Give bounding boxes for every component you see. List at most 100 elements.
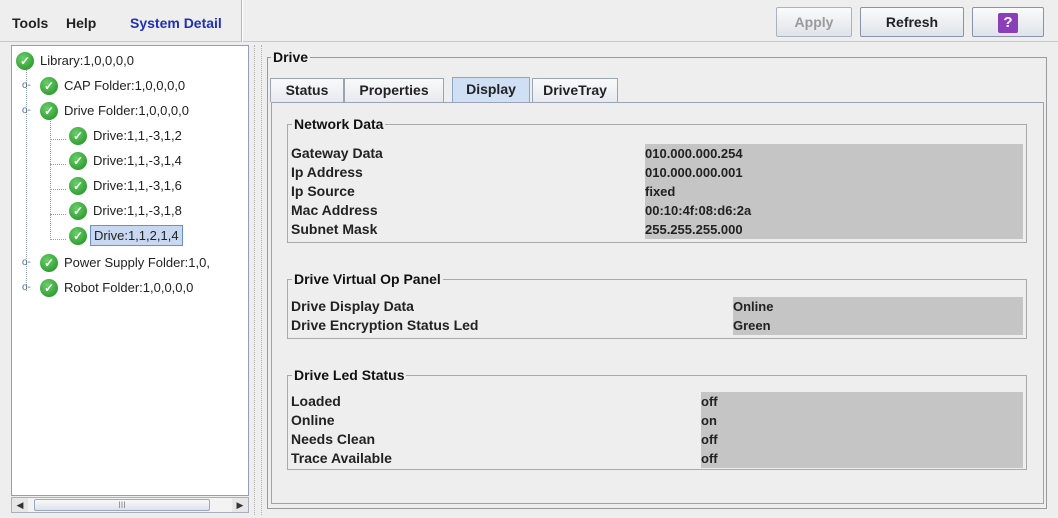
- field-row: Gateway Data 010.000.000.254: [288, 144, 1028, 163]
- menu-help[interactable]: Help: [66, 15, 96, 31]
- status-ok-icon: ✓: [69, 127, 87, 145]
- status-ok-icon: ✓: [40, 279, 58, 297]
- expand-handle-icon[interactable]: o-: [22, 282, 36, 294]
- tree-connector: [50, 139, 66, 140]
- menu-system-detail[interactable]: System Detail: [130, 15, 222, 31]
- tree-node-label: Power Supply Folder:1,0,: [64, 255, 210, 270]
- tree-node-label: Robot Folder:1,0,0,0,0: [64, 280, 194, 295]
- field-value: off: [701, 392, 1023, 411]
- field-row: Drive Encryption Status Led Green: [288, 316, 1028, 335]
- tree-node-library[interactable]: ✓ Library:1,0,0,0,0: [16, 50, 137, 72]
- field-label: Needs Clean: [291, 431, 376, 447]
- status-ok-icon: ✓: [40, 102, 58, 120]
- expand-handle-icon[interactable]: o-: [22, 80, 36, 92]
- field-row: Subnet Mask 255.255.255.000: [288, 220, 1028, 239]
- toolbar-separator: [241, 0, 243, 42]
- field-label: Ip Address: [291, 164, 363, 180]
- field-row: Online on: [288, 411, 1028, 430]
- status-ok-icon: ✓: [69, 227, 87, 245]
- field-label: Mac Address: [291, 202, 378, 218]
- collapse-handle-icon[interactable]: o-: [22, 105, 36, 117]
- panel-title: Drive: [271, 49, 311, 65]
- field-row: Ip Source fixed: [288, 182, 1028, 201]
- field-label: Online: [291, 412, 335, 428]
- split-pane-divider[interactable]: [254, 45, 262, 515]
- tree-node-drive[interactable]: ✓ Drive:1,1,-3,1,2: [69, 125, 185, 147]
- tree-connector: [50, 214, 66, 215]
- network-data-group: Network Data Gateway Data 010.000.000.25…: [287, 116, 1028, 243]
- field-label: Loaded: [291, 393, 341, 409]
- refresh-button[interactable]: Refresh: [860, 7, 964, 37]
- field-row: Ip Address 010.000.000.001: [288, 163, 1028, 182]
- tree-connector: [50, 239, 66, 240]
- field-row: Loaded off: [288, 392, 1028, 411]
- drive-virtual-op-panel-group: Drive Virtual Op Panel Drive Display Dat…: [287, 271, 1028, 339]
- tree-node-drive[interactable]: ✓ Drive:1,1,-3,1,4: [69, 150, 185, 172]
- status-ok-icon: ✓: [69, 152, 87, 170]
- field-row: Trace Available off: [288, 449, 1028, 468]
- field-value: on: [701, 411, 1023, 430]
- tree-node-label: Drive:1,1,-3,1,2: [93, 128, 182, 143]
- status-ok-icon: ✓: [16, 52, 34, 70]
- tree-node-label: Drive:1,1,2,1,4: [90, 225, 183, 246]
- field-label: Drive Display Data: [291, 298, 414, 314]
- field-value: 010.000.000.254: [645, 144, 1023, 163]
- group-title: Drive Virtual Op Panel: [292, 271, 443, 287]
- field-row: Drive Display Data Online: [288, 297, 1028, 316]
- tree-connector: [50, 164, 66, 165]
- field-label: Trace Available: [291, 450, 392, 466]
- field-value: 255.255.255.000: [645, 220, 1023, 239]
- tree-node-label: Drive:1,1,-3,1,8: [93, 203, 182, 218]
- status-ok-icon: ✓: [40, 254, 58, 272]
- tab-status[interactable]: Status: [270, 78, 344, 102]
- tree-node-cap-folder[interactable]: o- ✓ CAP Folder:1,0,0,0,0: [22, 75, 188, 97]
- tree-node-drive[interactable]: ✓ Drive:1,1,-3,1,6: [69, 175, 185, 197]
- tree-node-label: Drive:1,1,-3,1,6: [93, 178, 182, 193]
- help-question-icon: ?: [998, 13, 1018, 33]
- tree-node-robot-folder[interactable]: o- ✓ Robot Folder:1,0,0,0,0: [22, 277, 196, 299]
- field-row: Mac Address 00:10:4f:08:d6:2a: [288, 201, 1028, 220]
- field-value: 010.000.000.001: [645, 163, 1023, 182]
- tab-drivetray[interactable]: DriveTray: [532, 78, 618, 102]
- field-value: 00:10:4f:08:d6:2a: [645, 201, 1023, 220]
- group-title: Network Data: [292, 116, 386, 132]
- status-ok-icon: ✓: [40, 77, 58, 95]
- help-button[interactable]: ?: [972, 7, 1044, 37]
- tree-node-drive-selected[interactable]: ✓ Drive:1,1,2,1,4: [69, 225, 183, 247]
- tab-properties[interactable]: Properties: [344, 78, 444, 102]
- tree-node-label: CAP Folder:1,0,0,0,0: [64, 78, 186, 93]
- apply-button[interactable]: Apply: [776, 7, 852, 37]
- field-label: Subnet Mask: [291, 221, 378, 237]
- tree-node-drive-folder[interactable]: o- ✓ Drive Folder:1,0,0,0,0: [22, 100, 192, 122]
- field-label: Drive Encryption Status Led: [291, 317, 479, 333]
- field-label: Gateway Data: [291, 145, 383, 161]
- field-value: Green: [733, 316, 1023, 335]
- tab-display[interactable]: Display: [452, 77, 530, 102]
- field-value: fixed: [645, 182, 1023, 201]
- scroll-right-icon[interactable]: ▶: [232, 498, 248, 512]
- field-value: off: [701, 430, 1023, 449]
- field-value: Online: [733, 297, 1023, 316]
- field-value: off: [701, 449, 1023, 468]
- menu-tools[interactable]: Tools: [12, 15, 48, 31]
- menubar: Tools Help System Detail Apply Refresh ?: [0, 0, 1058, 42]
- scroll-left-icon[interactable]: ◀: [12, 498, 28, 512]
- tree-panel: ✓ Library:1,0,0,0,0 o- ✓ CAP Folder:1,0,…: [11, 45, 249, 496]
- tree-node-drive[interactable]: ✓ Drive:1,1,-3,1,8: [69, 200, 185, 222]
- drive-led-status-group: Drive Led Status Loaded off Online on Ne…: [287, 367, 1028, 470]
- tree-connector: [50, 189, 66, 190]
- display-tab-content: Network Data Gateway Data 010.000.000.25…: [271, 102, 1044, 504]
- drive-panel: Drive Status Properties Display DriveTra…: [265, 45, 1050, 513]
- tree-node-power-supply-folder[interactable]: o- ✓ Power Supply Folder:1,0,: [22, 252, 213, 274]
- scrollbar-thumb[interactable]: III: [34, 499, 210, 511]
- field-row: Needs Clean off: [288, 430, 1028, 449]
- expand-handle-icon[interactable]: o-: [22, 257, 36, 269]
- tree-node-label: Drive Folder:1,0,0,0,0: [64, 103, 190, 118]
- horizontal-scrollbar[interactable]: ◀ III ▶: [11, 497, 249, 513]
- field-label: Ip Source: [291, 183, 355, 199]
- status-ok-icon: ✓: [69, 202, 87, 220]
- tree-node-label: Drive:1,1,-3,1,4: [93, 153, 182, 168]
- tree-connector: [50, 112, 51, 240]
- status-ok-icon: ✓: [69, 177, 87, 195]
- tree-node-label: Library:1,0,0,0,0: [40, 53, 134, 68]
